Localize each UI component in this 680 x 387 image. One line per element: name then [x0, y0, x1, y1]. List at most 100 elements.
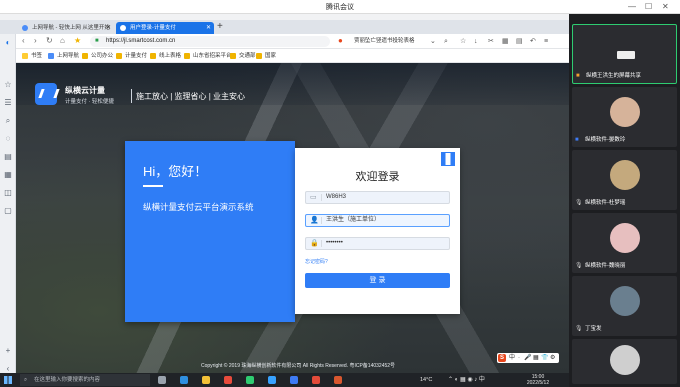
- taskbar-search-placeholder: 在这里输入你要搜索的内容: [34, 377, 101, 383]
- ime-language-toggle[interactable]: 中: [509, 353, 515, 363]
- new-tab-button[interactable]: +: [217, 21, 223, 33]
- search-input[interactable]: 贾丽坠亡竖遗书投轮表格: [354, 36, 424, 47]
- username-field[interactable]: 👤 王洪生（施工单位）: [305, 214, 450, 227]
- meeting-icon[interactable]: [290, 376, 298, 384]
- login-title: 欢迎登录: [355, 171, 400, 183]
- wechat-icon[interactable]: [246, 376, 254, 384]
- star-icon[interactable]: ☆: [3, 80, 13, 90]
- home-icon[interactable]: ⌂: [60, 35, 65, 47]
- company-code-field[interactable]: ▭ W86H3: [305, 191, 450, 204]
- tray-icons[interactable]: ⌃ ◐ ▦ ◉ ♪ 中: [448, 374, 485, 386]
- taskbar-search-input[interactable]: ⌕ 在这里输入你要搜索的内容: [20, 374, 150, 386]
- participant-tile[interactable]: 🎙 丁宝发: [572, 276, 677, 336]
- close-icon[interactable]: ✕: [662, 1, 669, 13]
- taskview-icon[interactable]: [158, 376, 166, 384]
- site-slogan: 施工放心 | 监理省心 | 业主安心: [136, 92, 246, 101]
- browser-sidebar: ◐ ☆ ☰ ⌕ ◌ ▤ ▦ ◫ ▢ + ‹: [0, 34, 16, 387]
- tools-icon[interactable]: ▤: [516, 36, 523, 47]
- bookmark-item[interactable]: 计量支付: [116, 51, 147, 61]
- window-icon[interactable]: ▢: [3, 206, 13, 216]
- participant-tile[interactable]: ■ 纵横软件-晏数玲: [572, 87, 677, 147]
- taskbar-clock[interactable]: 15:00 2022/5/12: [518, 374, 558, 386]
- add-icon[interactable]: +: [3, 346, 13, 356]
- extension-icon[interactable]: ▦: [502, 36, 509, 47]
- browser-tabstrip: 上网导航 - 轻快上网 从这里开始 ✕ 用户登录-计量支付 ✕ +: [0, 20, 569, 34]
- settings-icon[interactable]: ⚙: [550, 353, 555, 363]
- tab-close-icon[interactable]: ✕: [206, 22, 211, 34]
- qq-browser-icon[interactable]: [268, 376, 276, 384]
- qrcode-icon[interactable]: [441, 152, 455, 166]
- undo-icon[interactable]: ↶: [530, 36, 536, 47]
- user-icon: 👤: [310, 217, 319, 224]
- participant-tile[interactable]: 🎙 纵横软件-魏晓丽: [572, 213, 677, 273]
- bookmark-item[interactable]: 交通部: [230, 51, 256, 61]
- participant-tile[interactable]: 🎙 纵横软件-杜梦瑶: [572, 150, 677, 210]
- password-value: ••••••••: [326, 240, 343, 246]
- building-icon: ▭: [310, 194, 317, 201]
- browser-logo-icon[interactable]: ◐: [3, 38, 13, 48]
- avatar: [610, 223, 640, 253]
- list-icon[interactable]: ☰: [3, 98, 13, 108]
- sogou-ime-icon[interactable]: S: [498, 354, 506, 362]
- refresh-icon[interactable]: ↻: [46, 35, 53, 47]
- cart-icon[interactable]: ◫: [3, 188, 13, 198]
- chrome-icon[interactable]: [224, 376, 232, 384]
- bookmark-item[interactable]: 书签: [22, 51, 42, 61]
- participant-tile[interactable]: ■ 纵横王洪生的屏幕共享: [572, 24, 677, 84]
- search-engine-icon[interactable]: ●: [338, 35, 343, 47]
- login-button[interactable]: 登 录: [305, 273, 450, 288]
- tab-label: 用户登录-计量支付: [130, 25, 176, 31]
- url-input[interactable]: ■ https://jl.smartcost.com.cn: [90, 36, 330, 47]
- explorer-icon[interactable]: [202, 376, 210, 384]
- microphone-icon[interactable]: 🎤: [524, 353, 531, 363]
- password-field[interactable]: 🔒 ••••••••: [305, 237, 450, 250]
- folder-icon: [256, 53, 262, 59]
- site-logo-icon: [35, 83, 57, 105]
- apps-icon[interactable]: ▦: [3, 170, 13, 180]
- favorite-star-icon[interactable]: ★: [74, 35, 81, 47]
- globe-icon: [22, 25, 28, 31]
- ppt-icon[interactable]: [334, 376, 342, 384]
- dropdown-icon[interactable]: ⌄: [430, 36, 436, 47]
- skin-icon[interactable]: 👕: [541, 353, 548, 363]
- bookmark-item[interactable]: 公司办公: [82, 51, 113, 61]
- bookmark-item[interactable]: 山东省招采平台: [184, 51, 232, 61]
- participant-list: ■ 纵横王洪生的屏幕共享 ■ 纵横软件-晏数玲 🎙 纵横软件-杜梦瑶 🎙 纵横软…: [569, 14, 680, 387]
- bookmark-item[interactable]: 上网导航: [48, 51, 79, 61]
- wps-icon[interactable]: [312, 376, 320, 384]
- search-icon: ⌕: [24, 377, 28, 383]
- tab-login[interactable]: 用户登录-计量支付 ✕: [116, 22, 214, 34]
- minimize-icon[interactable]: —: [628, 1, 636, 13]
- back-icon[interactable]: ‹: [22, 35, 25, 47]
- keyboard-icon[interactable]: ▦: [533, 353, 539, 363]
- bookmark-item[interactable]: 国家: [256, 51, 276, 61]
- mic-muted-icon: 🎙: [575, 326, 583, 332]
- bookmark-icon[interactable]: ☆: [460, 36, 466, 47]
- doc-icon[interactable]: ▤: [3, 152, 13, 162]
- forward-icon[interactable]: ›: [34, 35, 37, 47]
- windows-start-icon[interactable]: [4, 376, 12, 384]
- tab-navigation[interactable]: 上网导航 - 轻快上网 从这里开始 ✕: [18, 22, 114, 34]
- forgot-password-link[interactable]: 忘记密码?: [305, 258, 328, 265]
- scissors-icon[interactable]: ✂: [488, 36, 494, 47]
- globe-icon: [48, 53, 54, 59]
- folder-icon: [82, 53, 88, 59]
- menu-icon[interactable]: ≡: [544, 36, 548, 47]
- ime-punctuation-toggle[interactable]: ·: [518, 353, 520, 363]
- folder-icon: [230, 53, 236, 59]
- bookmark-item[interactable]: 线上表格: [150, 51, 181, 61]
- search-icon[interactable]: ⌕: [3, 116, 13, 126]
- participant-tile[interactable]: [572, 339, 677, 384]
- download-icon[interactable]: ↓: [474, 36, 478, 47]
- field-separator: [321, 194, 322, 201]
- site-subtitle: 计量支付 · 轻松便捷: [65, 99, 114, 105]
- chat-icon[interactable]: ◌: [3, 134, 13, 144]
- maximize-icon[interactable]: ☐: [645, 1, 652, 13]
- edge-icon[interactable]: [180, 376, 188, 384]
- mic-muted-icon: 🎙: [575, 200, 583, 206]
- weather-text[interactable]: 14°C: [420, 374, 432, 386]
- tab-close-icon[interactable]: ✕: [106, 22, 111, 34]
- field-separator: [321, 217, 322, 224]
- participant-label: ■ 纵横软件-晏数玲: [575, 137, 626, 143]
- search-go-icon[interactable]: ⌕: [444, 36, 448, 47]
